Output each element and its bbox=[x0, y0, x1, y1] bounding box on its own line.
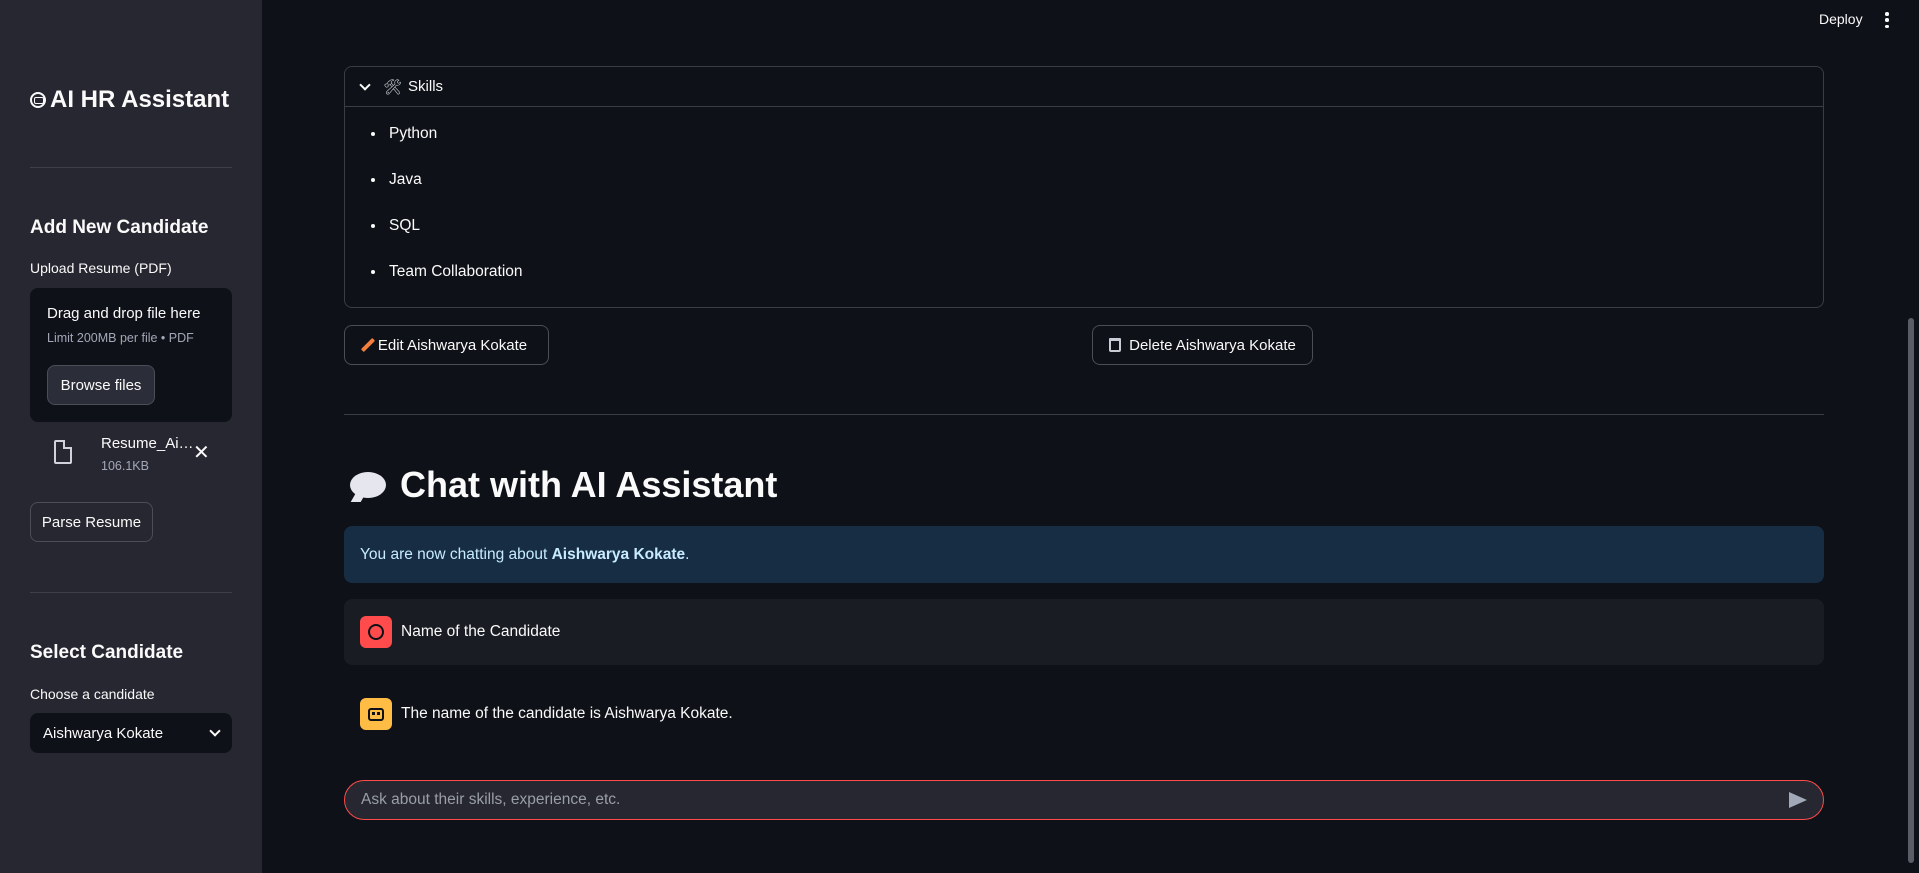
sidebar-divider bbox=[30, 167, 232, 168]
add-candidate-heading: Add New Candidate bbox=[30, 217, 209, 238]
info-banner: You are now chatting about Aishwarya Kok… bbox=[344, 526, 1824, 583]
chat-title: Chat with AI Assistant bbox=[350, 464, 777, 506]
info-prefix: You are now chatting about bbox=[360, 545, 548, 563]
app-title-text: AI HR Assistant bbox=[50, 86, 230, 113]
parse-resume-button[interactable]: Parse Resume bbox=[30, 502, 153, 542]
list-item: SQL bbox=[386, 213, 1823, 259]
tools-icon: 🛠 bbox=[383, 78, 403, 96]
file-name: Resume_Aishwarya_Kokate.pdf bbox=[101, 435, 195, 452]
more-menu-icon[interactable] bbox=[1885, 12, 1889, 28]
file-icon bbox=[54, 440, 72, 464]
candidate-select[interactable]: Aishwarya Kokate bbox=[30, 713, 232, 753]
trash-icon bbox=[1109, 338, 1122, 352]
edit-candidate-label: Edit Aishwarya Kokate bbox=[377, 336, 528, 354]
send-icon[interactable] bbox=[1789, 792, 1807, 808]
info-suffix: . bbox=[685, 545, 690, 563]
chat-input[interactable] bbox=[361, 791, 1789, 809]
chat-message-assistant: The name of the candidate is Aishwarya K… bbox=[344, 681, 1824, 747]
skills-expander-header[interactable]: 🛠 Skills bbox=[345, 67, 1823, 107]
uploaded-file: Resume_Aishwarya_Kokate.pdf 106.1KB ✕ bbox=[30, 432, 232, 478]
chat-input-container bbox=[344, 780, 1824, 820]
app-title: AI HR Assistant bbox=[30, 86, 229, 114]
face-icon bbox=[368, 624, 384, 640]
assistant-avatar bbox=[360, 698, 392, 730]
brain-icon bbox=[30, 92, 46, 108]
skills-title: Skills bbox=[408, 78, 444, 95]
sidebar: AI HR Assistant Add New Candidate Upload… bbox=[0, 0, 262, 873]
scrollbar[interactable] bbox=[1908, 318, 1914, 863]
edit-candidate-button[interactable]: Edit Aishwarya Kokate bbox=[344, 325, 549, 365]
dropzone-limit: Limit 200MB per file • PDF bbox=[47, 331, 194, 345]
delete-candidate-button[interactable]: Delete Aishwarya Kokate bbox=[1092, 325, 1313, 365]
remove-file-icon[interactable]: ✕ bbox=[193, 440, 210, 465]
delete-candidate-label: Delete Aishwarya Kokate bbox=[1129, 336, 1296, 354]
select-candidate-heading: Select Candidate bbox=[30, 642, 184, 663]
choose-candidate-label: Choose a candidate bbox=[30, 686, 155, 702]
browse-files-button[interactable]: Browse files bbox=[47, 365, 155, 405]
app-root: AI HR Assistant Add New Candidate Upload… bbox=[0, 0, 1919, 873]
chat-title-text: Chat with AI Assistant bbox=[400, 464, 778, 505]
deploy-button[interactable]: Deploy bbox=[1819, 11, 1863, 27]
robot-icon bbox=[368, 707, 384, 721]
speech-bubble-icon bbox=[350, 472, 386, 498]
list-item: Team Collaboration bbox=[386, 259, 1823, 305]
list-item: Java bbox=[386, 167, 1823, 213]
info-candidate-name: Aishwarya Kokate bbox=[551, 545, 686, 563]
chat-message-user: Name of the Candidate bbox=[344, 599, 1824, 665]
list-item: Python bbox=[386, 121, 1823, 167]
chevron-down-icon bbox=[209, 725, 221, 737]
sidebar-divider bbox=[30, 592, 232, 593]
file-dropzone[interactable]: Drag and drop file here Limit 200MB per … bbox=[30, 288, 232, 422]
chevron-down-icon bbox=[359, 78, 371, 91]
file-size: 106.1KB bbox=[101, 459, 149, 473]
message-text: The name of the candidate is Aishwarya K… bbox=[401, 705, 733, 722]
message-text: Name of the Candidate bbox=[401, 623, 561, 640]
candidate-select-value: Aishwarya Kokate bbox=[43, 724, 164, 742]
user-avatar bbox=[360, 616, 392, 648]
pencil-icon bbox=[360, 337, 375, 353]
section-divider bbox=[344, 414, 1824, 415]
skills-list: Python Java SQL Team Collaboration bbox=[345, 121, 1823, 305]
dropzone-title: Drag and drop file here bbox=[47, 305, 201, 322]
skills-expander: 🛠 Skills Python Java SQL Team Collaborat… bbox=[344, 66, 1824, 308]
upload-label: Upload Resume (PDF) bbox=[30, 260, 172, 276]
